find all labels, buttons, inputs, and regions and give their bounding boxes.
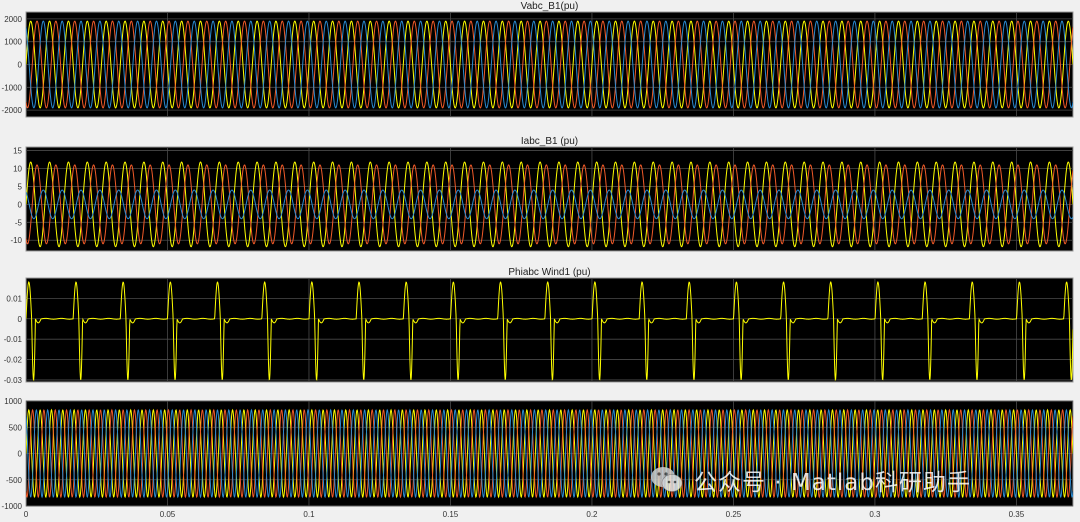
- y-tick-label: 5: [18, 182, 23, 191]
- y-tick-label: 15: [13, 147, 22, 156]
- x-tick-label: 0.15: [443, 510, 459, 519]
- x-tick-label: 0.05: [160, 510, 176, 519]
- y-tick-label: -10: [10, 236, 22, 245]
- scope-panel-4: 10005000-500-10000 0.05 0.1 0.15 0.2 0.25 0.3 0…: [2, 397, 1074, 519]
- x-tick-label: 0: [24, 510, 29, 519]
- y-tick-label: 500: [9, 423, 23, 432]
- y-tick-label: 10: [13, 165, 22, 174]
- y-tick-label: 0.01: [6, 294, 22, 303]
- y-tick-label: 2000: [4, 15, 22, 24]
- y-tick-label: -1000: [2, 502, 23, 511]
- y-tick-label: -5: [15, 218, 23, 227]
- panel-title: Iabc_B1 (pu): [521, 136, 578, 147]
- y-tick-label: -0.02: [4, 356, 23, 365]
- panel-title: Vabc_B1(pu): [521, 1, 579, 12]
- wechat-icon: [651, 467, 683, 492]
- y-tick-label: -2000: [2, 106, 23, 115]
- scope-panel-2: Iabc_B1 (pu) 15 10 5 0 -5 -10: [10, 136, 1074, 252]
- y-tick-label: 0: [18, 315, 23, 324]
- panel-title: Phiabc Wind1 (pu): [508, 267, 590, 278]
- scope-panel-1: Vabc_B1(pu) 2000 1000 0 -1000 -2000: [2, 1, 1074, 118]
- scope-panel-3: Phiabc Wind1 (pu) 0.01 0 -0.01 -0.02 -0.03: [4, 267, 1074, 385]
- watermark: 公众号 · Matlab科研助手: [650, 463, 971, 497]
- x-tick-label: 0.2: [586, 510, 598, 519]
- y-tick-label: -500: [6, 476, 23, 485]
- watermark-text: 公众号 · Matlab科研助手: [694, 470, 971, 496]
- x-tick-label: 0.35: [1009, 510, 1025, 519]
- y-tick-label: 0: [18, 450, 23, 459]
- y-tick-label: -0.01: [4, 335, 23, 344]
- x-tick-label: 0.3: [869, 510, 881, 519]
- scope-figure: Vabc_B1(pu)200010000-1000-2000Iabc_B1 (p…: [2, 1, 1074, 519]
- y-tick-label: 0: [18, 61, 23, 70]
- x-tick-label: 0.1: [303, 510, 315, 519]
- y-tick-label: 1000: [4, 38, 22, 47]
- y-tick-label: -1000: [2, 83, 23, 92]
- y-tick-label: 1000: [4, 397, 22, 406]
- y-tick-label: 0: [18, 200, 23, 209]
- y-tick-label: -0.03: [4, 376, 23, 385]
- x-tick-label: 0.25: [726, 510, 742, 519]
